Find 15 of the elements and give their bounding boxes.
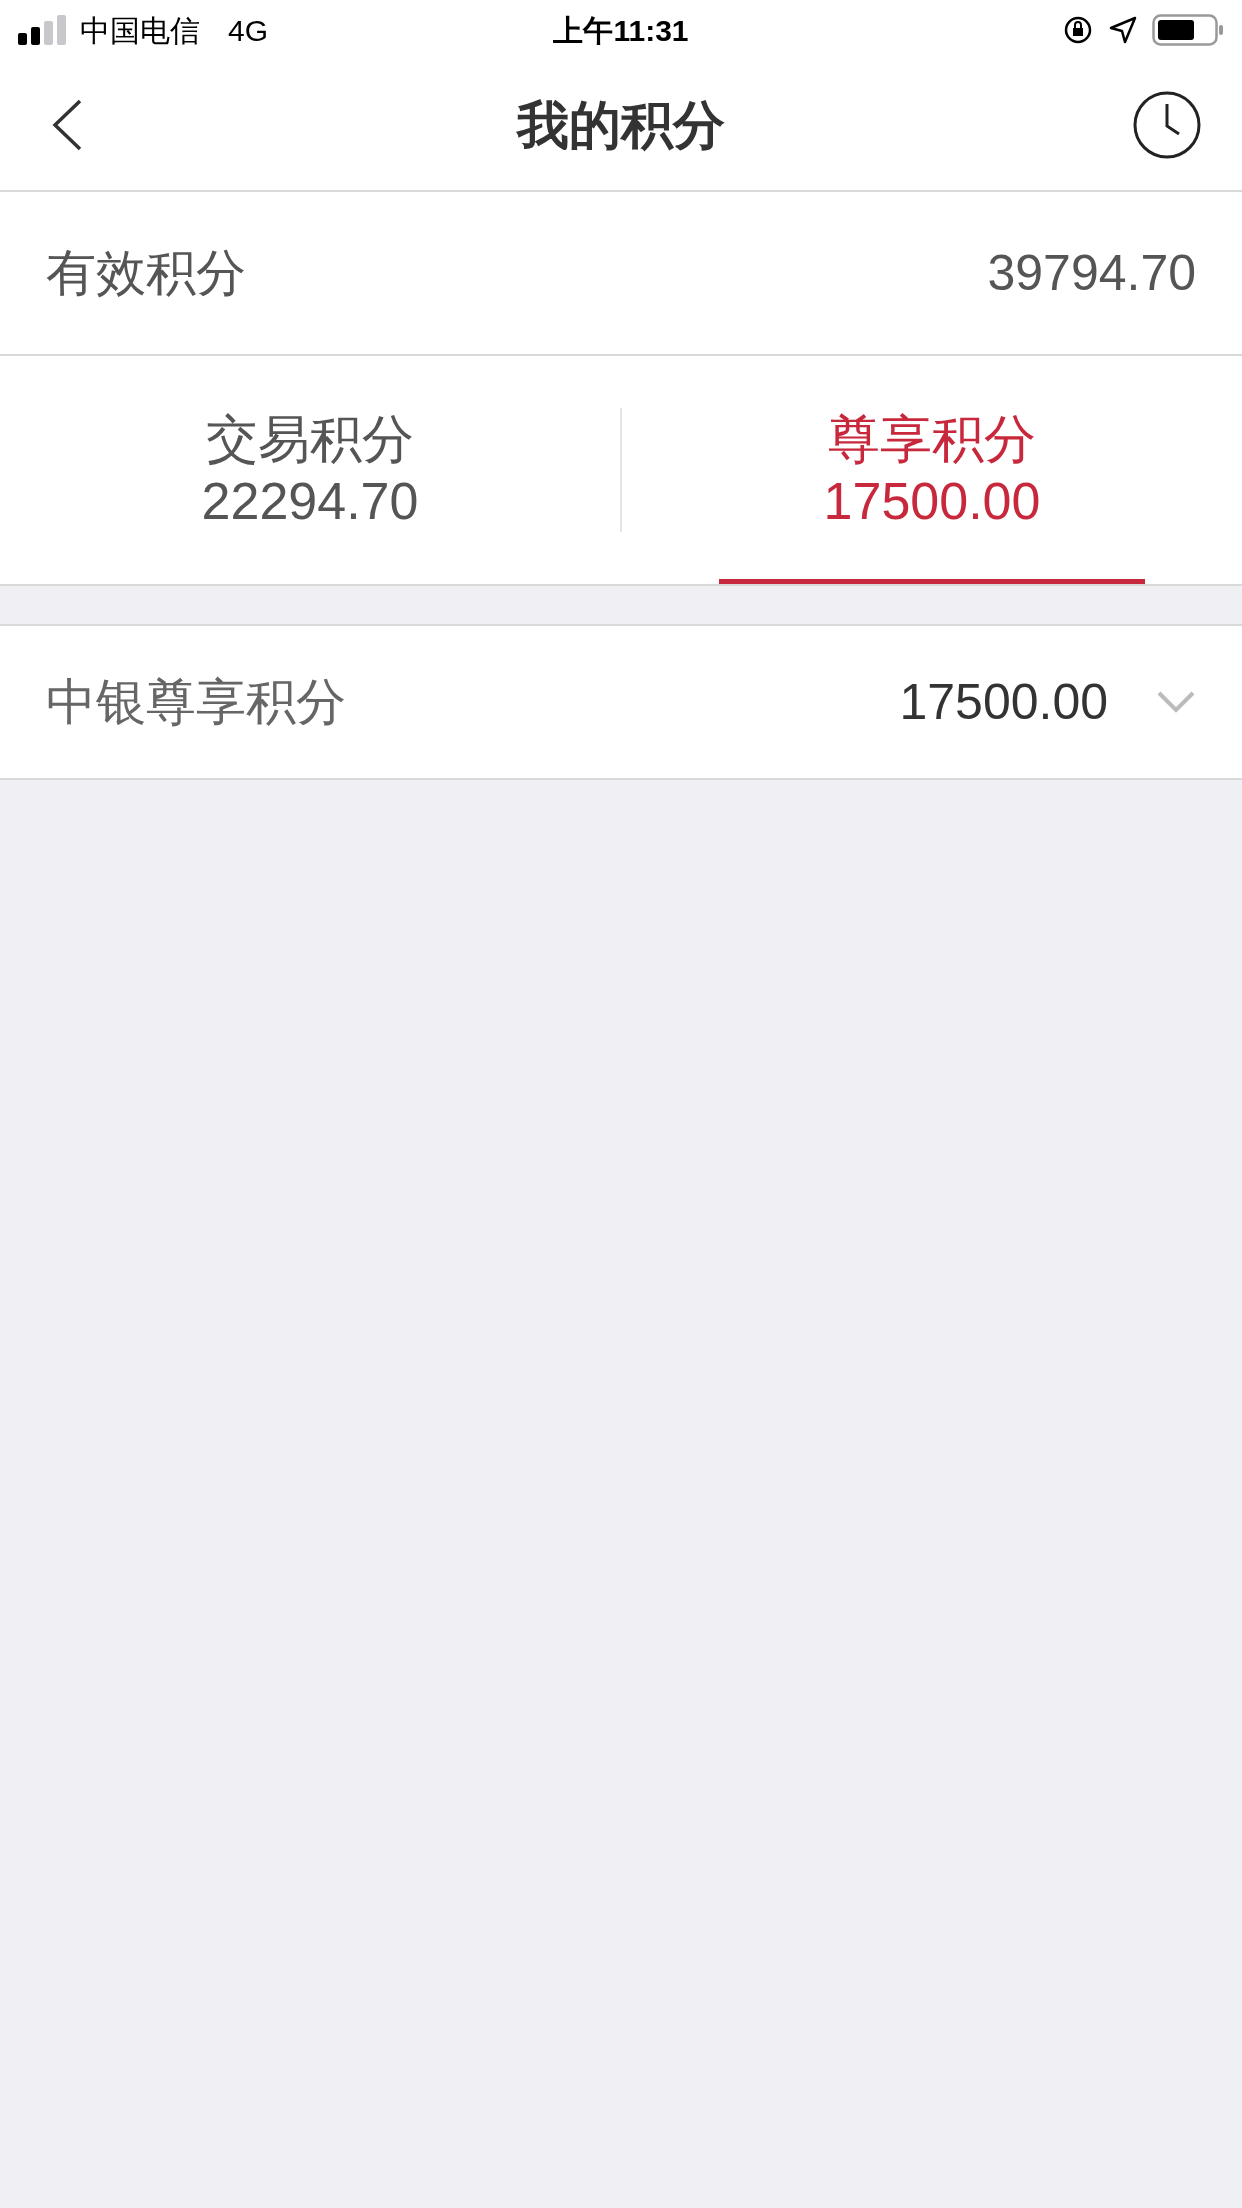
points-tab[interactable]: 尊享积分 17500.00 — [622, 356, 1242, 584]
location-arrow-icon — [1108, 15, 1138, 45]
rotation-lock-icon — [1062, 14, 1094, 46]
back-icon — [50, 98, 84, 152]
points-tab[interactable]: 交易积分 22294.70 — [0, 356, 620, 584]
carrier-name: 中国电信 — [80, 12, 200, 49]
total-label: 有效积分 — [46, 243, 246, 303]
clock-icon — [1132, 90, 1202, 160]
battery-icon — [1152, 14, 1224, 46]
total-value: 39794.70 — [987, 243, 1196, 303]
status-time: 上午11:31 — [553, 12, 689, 49]
network-type: 4G — [228, 12, 269, 49]
account-value: 17500.00 — [899, 672, 1108, 732]
page-title: 我的积分 — [517, 95, 725, 156]
account-label: 中银尊享积分 — [46, 672, 347, 732]
